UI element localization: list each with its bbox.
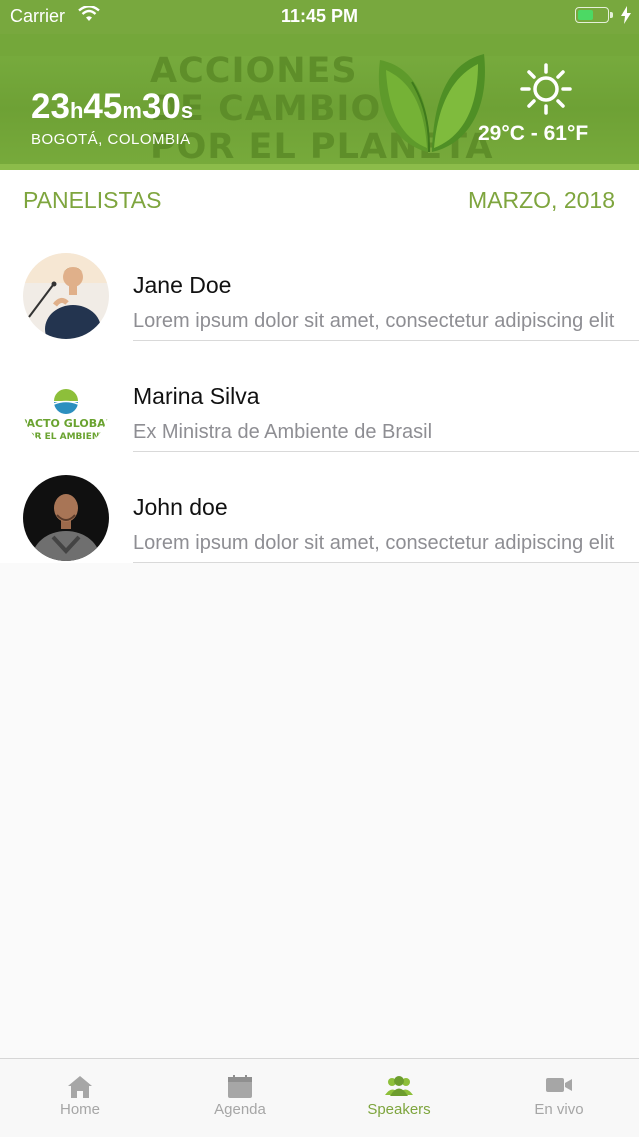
svg-text:PACTO GLOBAL: PACTO GLOBAL — [23, 417, 109, 430]
tab-speakers[interactable]: Speakers — [319, 1059, 479, 1137]
charging-bolt-icon — [621, 6, 631, 29]
leaf-logo-icon — [372, 52, 492, 167]
tab-label: Speakers — [367, 1101, 431, 1118]
countdown-timer: 23h45m30s — [31, 87, 194, 126]
people-icon — [319, 1075, 479, 1103]
video-camera-icon — [479, 1075, 639, 1103]
list-item[interactable]: John doe Lorem ipsum dolor sit amet, con… — [0, 452, 639, 563]
svg-text:POR EL AMBIENTE: POR EL AMBIENTE — [23, 432, 109, 442]
speaker-subtitle: Ex Ministra de Ambiente de Brasil — [133, 421, 433, 443]
list-item[interactable]: Jane Doe Lorem ipsum dolor sit amet, con… — [0, 230, 639, 341]
section-header: PANELISTAS MARZO, 2018 — [0, 170, 639, 230]
avatar: PACTO GLOBAL POR EL AMBIENTE — [23, 364, 109, 450]
calendar-icon — [160, 1075, 320, 1103]
section-title: PANELISTAS — [23, 187, 162, 213]
event-banner: ACCIONES DE CAMBIO POR EL PLANETA 23h45m… — [0, 34, 639, 170]
location-label: BOGOTÁ, COLOMBIA — [31, 131, 191, 148]
avatar — [23, 475, 109, 561]
list-item[interactable]: PACTO GLOBAL POR EL AMBIENTE Marina Silv… — [0, 341, 639, 452]
home-icon — [0, 1075, 160, 1103]
sun-icon — [519, 62, 573, 121]
status-bar: Carrier 11:45 PM — [0, 0, 639, 34]
tab-label: Home — [59, 1101, 100, 1118]
speakers-list: Jane Doe Lorem ipsum dolor sit amet, con… — [0, 230, 639, 563]
speaker-name: Jane Doe — [133, 272, 232, 298]
speaker-subtitle: Lorem ipsum dolor sit amet, consectetur … — [133, 310, 615, 332]
avatar — [23, 253, 109, 339]
section-date: MARZO, 2018 — [468, 187, 615, 213]
pacto-global-logo-icon: PACTO GLOBAL POR EL AMBIENTE — [23, 364, 109, 450]
tab-bar: Home Agenda Speakers En vivo — [0, 1058, 639, 1137]
tab-en-vivo[interactable]: En vivo — [479, 1059, 639, 1137]
speaker-subtitle: Lorem ipsum dolor sit amet, consectetur … — [133, 532, 615, 554]
temperature-label: 29°C - 61°F — [478, 122, 589, 145]
speaker-name: Marina Silva — [133, 383, 260, 409]
tab-label: En vivo — [534, 1101, 584, 1118]
battery-icon — [575, 7, 613, 23]
tab-home[interactable]: Home — [0, 1059, 160, 1137]
clock: 11:45 PM — [280, 6, 359, 26]
speaker-name: John doe — [133, 494, 228, 520]
tab-agenda[interactable]: Agenda — [160, 1059, 320, 1137]
tab-label: Agenda — [214, 1101, 266, 1118]
